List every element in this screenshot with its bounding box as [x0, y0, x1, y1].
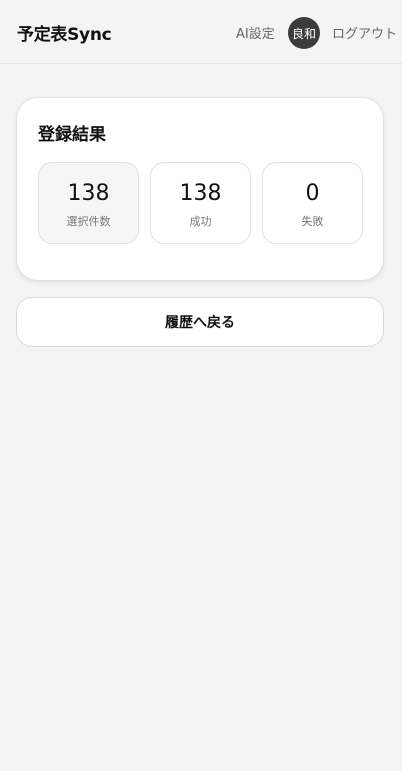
stat-label: 選択件数 [66, 215, 111, 228]
stat-label: 失敗 [301, 215, 324, 228]
result-card-title: 登録結果 [38, 125, 106, 145]
result-card: 登録結果 138 選択件数 138 成功 0 失敗 [16, 97, 384, 281]
logout-link[interactable]: ログアウト [332, 23, 397, 42]
stat-value: 138 [67, 181, 110, 206]
user-avatar[interactable]: 良和 [288, 17, 320, 49]
ai-settings-link[interactable]: AI設定 [236, 23, 275, 42]
app-header: 予定表Sync AI設定 良和 ログアウト [0, 0, 402, 64]
stat-label: 成功 [189, 215, 212, 228]
stat-value: 0 [305, 181, 320, 206]
app-title: 予定表Sync [17, 25, 112, 45]
stat-selected-count: 138 選択件数 [38, 162, 139, 244]
stat-value: 138 [179, 181, 222, 206]
stat-failure: 0 失敗 [262, 162, 363, 244]
stat-success: 138 成功 [150, 162, 251, 244]
back-to-history-button[interactable]: 履歴へ戻る [16, 297, 384, 347]
